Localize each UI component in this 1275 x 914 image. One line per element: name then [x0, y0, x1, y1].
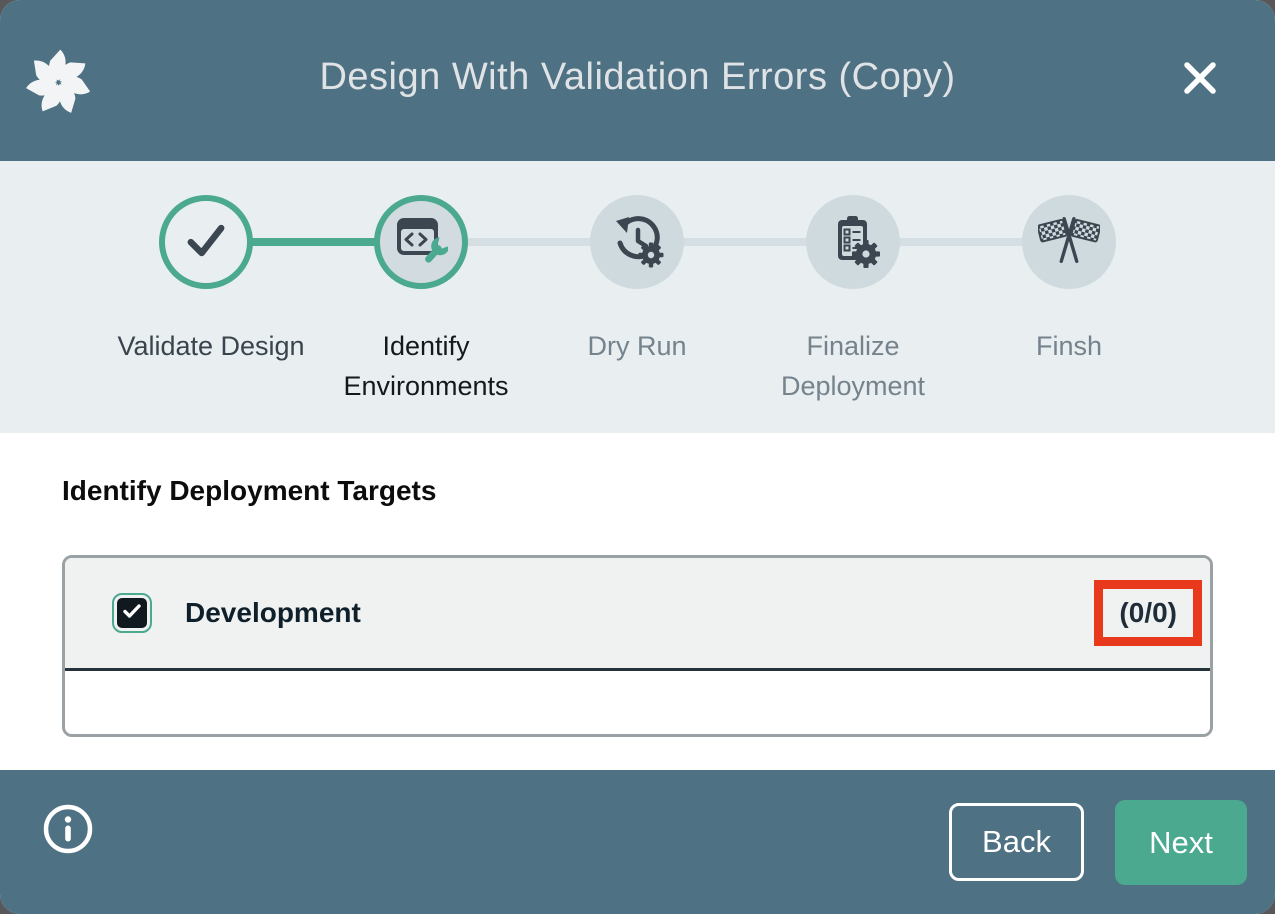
- info-button[interactable]: [42, 803, 94, 855]
- step-label-finish: Finsh: [954, 326, 1184, 366]
- step-label-identify-environments: Identify Environments: [311, 326, 541, 406]
- modal-footer: Back Next: [0, 770, 1275, 914]
- checkered-flags-icon: [1038, 209, 1100, 276]
- modal-header: Design With Validation Errors (Copy): [0, 0, 1275, 161]
- wizard-content: Identify Deployment Targets Development …: [0, 433, 1275, 770]
- target-count: (0/0): [1119, 597, 1177, 628]
- deployment-wizard-modal: Design With Validation Errors (Copy): [0, 0, 1275, 914]
- close-x-icon: [1178, 88, 1222, 103]
- close-button[interactable]: [1177, 56, 1223, 102]
- step-circle-identify-environments[interactable]: [374, 195, 468, 289]
- step-label-validate-design: Validate Design: [96, 326, 326, 366]
- step-circle-validate-design[interactable]: [159, 195, 253, 289]
- back-button[interactable]: Back: [949, 803, 1084, 881]
- step-circle-finish: [1022, 195, 1116, 289]
- step-circle-finalize-deployment: [806, 195, 900, 289]
- wizard-stepper: Validate Design Identify Environments Dr…: [0, 161, 1275, 433]
- target-box-empty-area: [65, 671, 1210, 734]
- development-checkbox[interactable]: [117, 598, 147, 628]
- next-button[interactable]: Next: [1115, 800, 1247, 885]
- target-row-development: Development (0/0): [65, 558, 1210, 671]
- check-icon: [180, 214, 232, 271]
- page-title: Identify Deployment Targets: [62, 475, 436, 507]
- history-gear-icon: [609, 212, 665, 273]
- target-name-label: Development: [185, 597, 361, 629]
- step-label-finalize-deployment: Finalize Deployment: [738, 326, 968, 406]
- step-circle-dry-run: [590, 195, 684, 289]
- check-icon: [120, 599, 144, 628]
- code-window-wrench-icon: [394, 215, 448, 270]
- modal-title: Design With Validation Errors (Copy): [0, 56, 1275, 99]
- annotation-highlight-box: (0/0): [1094, 580, 1202, 646]
- deployment-targets-box: Development (0/0): [62, 555, 1213, 737]
- clipboard-gear-icon: [825, 212, 881, 273]
- info-icon: [42, 843, 94, 858]
- step-label-dry-run: Dry Run: [522, 326, 752, 366]
